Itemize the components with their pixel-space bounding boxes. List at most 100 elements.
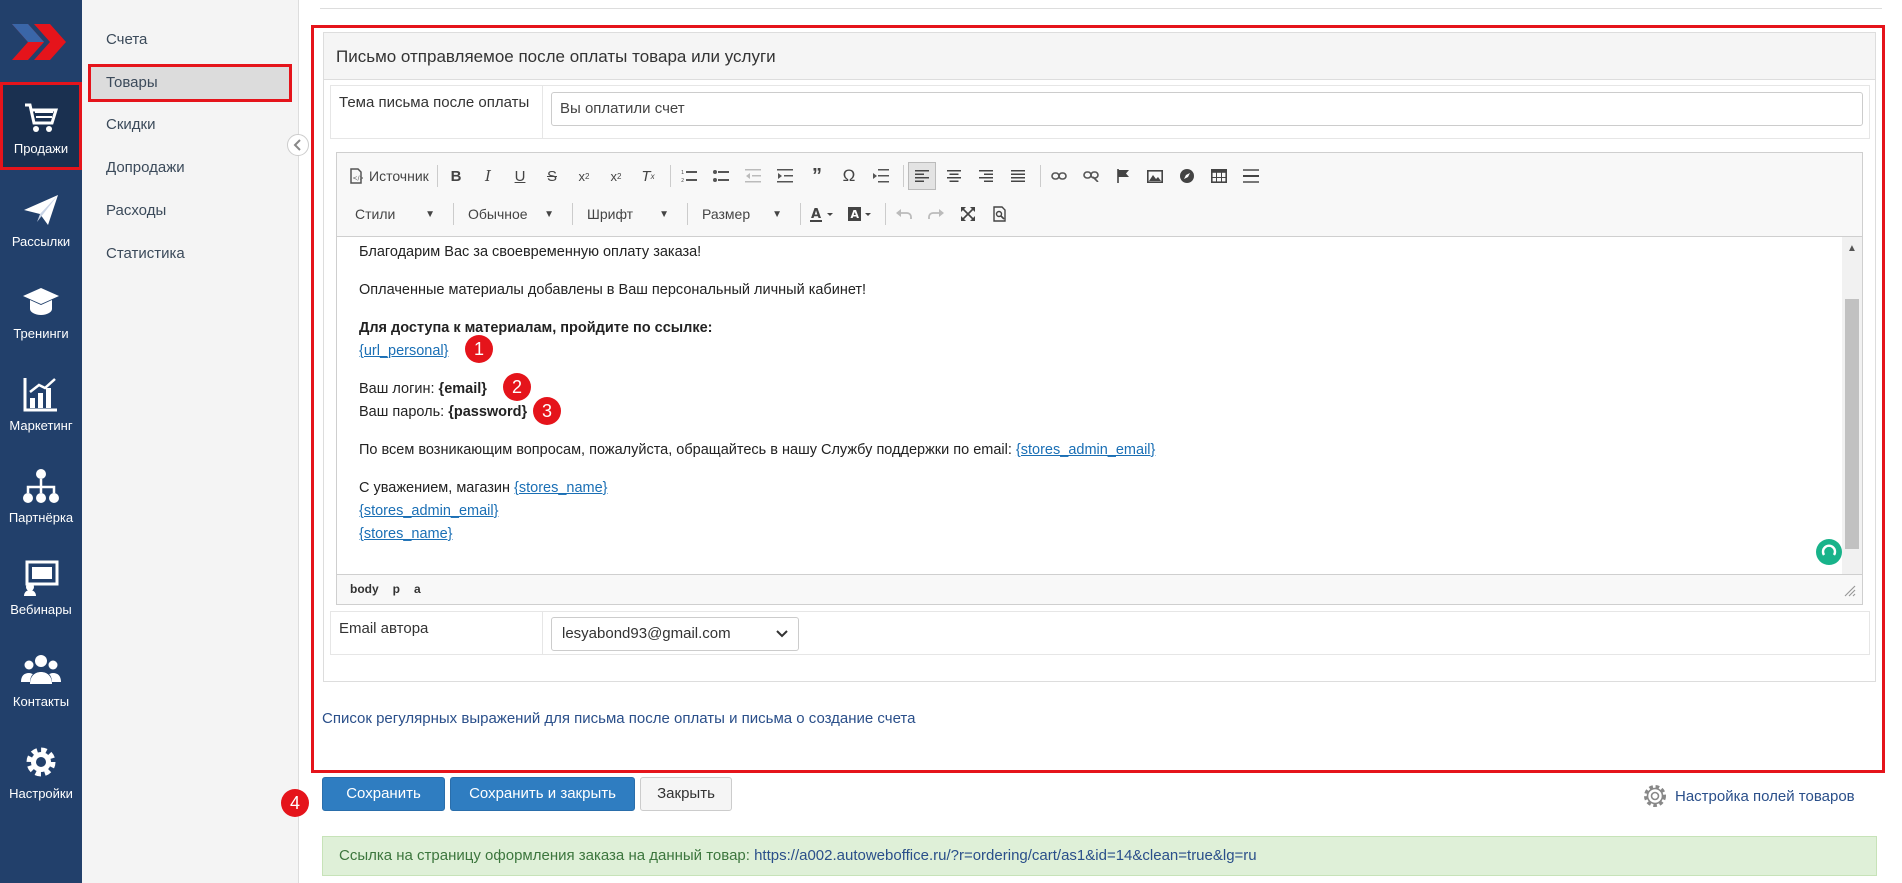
undo-button[interactable] — [890, 200, 918, 228]
url-personal-link[interactable]: {url_personal} — [359, 343, 449, 359]
main-nav-rail: Продажи Рассылки Тренинги Маркетинг Парт… — [0, 0, 82, 883]
submenu-item-products[interactable]: Товары — [88, 64, 292, 102]
order-link-alert: Ссылка на страницу оформления заказа на … — [322, 836, 1877, 876]
gear-icon — [1644, 785, 1666, 807]
size-dropdown[interactable]: Размер ▼ — [692, 200, 792, 228]
format-dropdown[interactable]: Обычное ▼ — [458, 200, 564, 228]
nav-trainings[interactable]: Тренинги — [0, 267, 82, 355]
link-button[interactable] — [1045, 162, 1073, 190]
text-color-icon: A — [810, 207, 833, 222]
horizontal-rule-icon — [1243, 169, 1259, 183]
unlink-button[interactable] — [1077, 162, 1105, 190]
nav-mailings-label: Рассылки — [11, 233, 71, 249]
caret-down-icon: ▼ — [772, 208, 782, 220]
scroll-up-icon[interactable]: ▲ — [1847, 243, 1857, 254]
product-fields-settings-link[interactable]: Настройка полей товаров — [1641, 782, 1855, 810]
path-a[interactable]: a — [414, 582, 421, 596]
author-email-select[interactable]: lesyabond93@gmail.com — [551, 617, 799, 651]
preview-button[interactable] — [986, 200, 1014, 228]
nav-sales[interactable]: Продажи — [0, 82, 82, 170]
indent-icon — [777, 169, 793, 183]
product-fields-settings-label: Настройка полей товаров — [1675, 787, 1855, 805]
italic-button[interactable]: I — [474, 162, 502, 190]
resize-handle-icon[interactable] — [1844, 585, 1856, 597]
format-label: Обычное — [468, 206, 528, 222]
remove-format-button[interactable]: Tx — [634, 162, 662, 190]
preview-icon — [993, 206, 1006, 222]
nav-partners[interactable]: Партнёрка — [0, 451, 82, 539]
submenu-item-discounts[interactable]: Скидки — [88, 106, 292, 144]
numbered-list-button[interactable]: 12 — [675, 162, 703, 190]
collapse-submenu-button[interactable] — [287, 134, 309, 156]
anchor-button[interactable] — [1109, 162, 1137, 190]
save-and-close-button[interactable]: Сохранить и закрыть — [450, 777, 635, 811]
subscript-button[interactable]: x2 — [570, 162, 598, 190]
footer-store-link[interactable]: {stores_name} — [359, 526, 453, 542]
submenu-item-upsells[interactable]: Допродажи — [88, 149, 292, 187]
bulleted-list-button[interactable] — [707, 162, 735, 190]
styles-dropdown[interactable]: Стили ▼ — [345, 200, 445, 228]
embed-button[interactable] — [1173, 162, 1201, 190]
nav-settings[interactable]: Настройки — [0, 727, 82, 815]
editor-content[interactable]: Благодарим Вас за своевременную оплату з… — [337, 237, 1862, 576]
align-center-icon — [947, 170, 961, 182]
text-color-button[interactable]: A — [805, 200, 839, 228]
table-button[interactable] — [1205, 162, 1233, 190]
editor-scrollbar[interactable]: ▲ — [1842, 237, 1862, 576]
source-button[interactable]: </> Источник — [345, 162, 429, 190]
bg-color-button[interactable]: A — [843, 200, 877, 228]
superscript-button[interactable]: x2 — [602, 162, 630, 190]
underline-button[interactable]: U — [506, 162, 534, 190]
password-value: {password} — [448, 404, 528, 420]
strikethrough-button[interactable]: S — [538, 162, 566, 190]
submenu-item-statistics[interactable]: Статистика — [88, 235, 292, 273]
submenu-item-invoices[interactable]: Счета — [88, 21, 292, 59]
nav-marketing[interactable]: Маркетинг — [0, 359, 82, 447]
horizontal-rule-button[interactable] — [1237, 162, 1265, 190]
panel-title: Письмо отправляемое после оплаты товара … — [324, 33, 1875, 80]
redo-icon — [928, 209, 944, 219]
store-name-link[interactable]: {stores_name} — [514, 480, 608, 496]
presentation-icon — [24, 560, 59, 596]
align-center-button[interactable] — [940, 162, 968, 190]
maximize-button[interactable] — [954, 200, 982, 228]
nav-mailings[interactable]: Рассылки — [0, 175, 82, 263]
insert-block-button[interactable] — [867, 162, 895, 190]
font-dropdown[interactable]: Шрифт ▼ — [577, 200, 679, 228]
submenu-item-expenses[interactable]: Расходы — [88, 192, 292, 230]
annotation-marker-1: 1 — [465, 335, 493, 363]
path-body[interactable]: body — [350, 582, 379, 596]
size-label: Размер — [702, 206, 751, 222]
footer-email-link[interactable]: {stores_admin_email} — [359, 503, 498, 519]
save-button[interactable]: Сохранить — [322, 777, 445, 811]
align-left-button[interactable] — [908, 162, 936, 190]
blockquote-button[interactable]: ” — [803, 162, 831, 190]
support-email-link[interactable]: {stores_admin_email} — [1016, 442, 1155, 458]
scroll-thumb[interactable] — [1845, 299, 1859, 549]
subject-input[interactable]: Вы оплатили счет — [551, 92, 1863, 126]
align-right-button[interactable] — [972, 162, 1000, 190]
undo-icon — [896, 209, 912, 219]
outdent-button[interactable] — [739, 162, 767, 190]
regards-text: С уважением, магазин — [359, 480, 515, 496]
flag-icon — [1117, 169, 1129, 183]
chevron-left-icon — [293, 139, 301, 151]
source-label: Источник — [369, 168, 429, 184]
caret-down-icon: ▼ — [544, 208, 554, 220]
logo-icon[interactable] — [8, 12, 74, 72]
image-button[interactable] — [1141, 162, 1169, 190]
redo-button[interactable] — [922, 200, 950, 228]
special-char-button[interactable]: Ω — [835, 162, 863, 190]
indent-button[interactable] — [771, 162, 799, 190]
grammar-check-icon[interactable] — [1816, 539, 1842, 565]
nav-webinars[interactable]: Вебинары — [0, 543, 82, 631]
content-line-materials: Оплаченные материалы добавлены в Ваш пер… — [359, 282, 867, 298]
nav-contacts[interactable]: Контакты — [0, 635, 82, 723]
path-p[interactable]: p — [393, 582, 400, 596]
close-button[interactable]: Закрыть — [640, 777, 732, 811]
bg-color-icon: A — [848, 207, 871, 221]
regex-list-link[interactable]: Список регулярных выражений для письма п… — [322, 710, 915, 727]
bold-button[interactable]: B — [442, 162, 470, 190]
order-link-url[interactable]: https://a002.autoweboffice.ru/?r=orderin… — [754, 847, 1257, 864]
align-justify-button[interactable] — [1004, 162, 1032, 190]
